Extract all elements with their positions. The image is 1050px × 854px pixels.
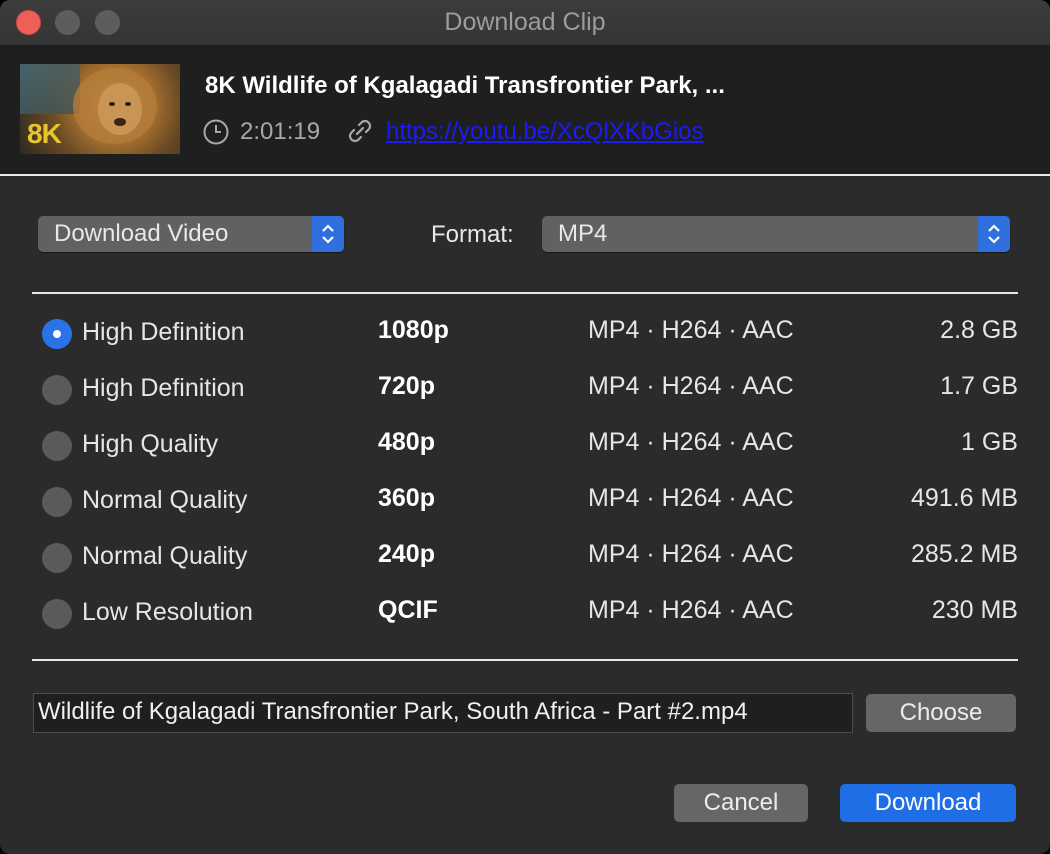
quality-label: High Definition <box>82 374 245 402</box>
quality-radio[interactable] <box>42 543 72 573</box>
file-size: 491.6 MB <box>910 484 1018 512</box>
file-size: 1.7 GB <box>940 372 1018 400</box>
video-duration: 2:01:19 <box>240 118 321 145</box>
options-bottom-divider <box>32 659 1018 661</box>
quality-label: Low Resolution <box>82 598 253 626</box>
codec-format: MP4 · H264 · AAC <box>588 596 794 624</box>
clip-header: 8K 8K Wildlife of Kgalagadi Transfrontie… <box>0 46 1050 174</box>
resolution: 360p <box>378 484 435 512</box>
choose-button[interactable]: Choose <box>866 694 1016 732</box>
file-size: 285.2 MB <box>910 540 1018 568</box>
cancel-button[interactable]: Cancel <box>674 784 808 822</box>
quality-radio[interactable] <box>42 599 72 629</box>
quality-radio[interactable] <box>42 319 72 349</box>
output-filename-field[interactable]: Wildlife of Kgalagadi Transfrontier Park… <box>33 693 853 733</box>
quality-option-row[interactable]: High Definition 720p MP4 · H264 · AAC 1.… <box>0 372 1050 430</box>
codec-format: MP4 · H264 · AAC <box>588 372 794 400</box>
quality-label: High Definition <box>82 318 245 346</box>
codec-format: MP4 · H264 · AAC <box>588 428 794 456</box>
quality-option-row[interactable]: High Definition 1080p MP4 · H264 · AAC 2… <box>0 316 1050 374</box>
format-label: Format: <box>431 221 514 248</box>
download-type-select[interactable]: Download Video <box>38 216 344 252</box>
format-select[interactable]: MP4 <box>542 216 1010 252</box>
video-thumbnail: 8K <box>20 64 180 154</box>
quality-radio[interactable] <box>42 375 72 405</box>
codec-format: MP4 · H264 · AAC <box>588 484 794 512</box>
download-type-value: Download Video <box>54 220 229 247</box>
resolution: QCIF <box>378 596 438 624</box>
resolution: 720p <box>378 372 435 400</box>
titlebar: Download Clip <box>0 0 1050 46</box>
file-size: 2.8 GB <box>940 316 1018 344</box>
resolution: 480p <box>378 428 435 456</box>
thumbnail-8k-badge: 8K <box>27 118 62 149</box>
quality-radio[interactable] <box>42 487 72 517</box>
link-icon <box>348 119 372 143</box>
chevron-updown-icon <box>312 216 344 252</box>
video-title: 8K Wildlife of Kgalagadi Transfrontier P… <box>205 72 725 99</box>
codec-format: MP4 · H264 · AAC <box>588 540 794 568</box>
resolution: 240p <box>378 540 435 568</box>
video-url-link[interactable]: https://youtu.be/XcQlXKbGios <box>386 118 704 146</box>
download-button[interactable]: Download <box>840 784 1016 822</box>
resolution: 1080p <box>378 316 449 344</box>
quality-option-row[interactable]: Low Resolution QCIF MP4 · H264 · AAC 230… <box>0 596 1050 654</box>
options-top-divider <box>32 292 1018 294</box>
quality-radio[interactable] <box>42 431 72 461</box>
quality-label: High Quality <box>82 430 219 458</box>
quality-option-row[interactable]: Normal Quality 360p MP4 · H264 · AAC 491… <box>0 484 1050 542</box>
download-clip-window: Download Clip 8K 8K Wildlife of Kgalagad… <box>0 0 1050 854</box>
codec-format: MP4 · H264 · AAC <box>588 316 794 344</box>
format-value: MP4 <box>558 220 608 247</box>
file-size: 230 MB <box>931 596 1018 624</box>
window-title: Download Clip <box>444 8 606 36</box>
header-divider <box>0 174 1050 176</box>
quality-label: Normal Quality <box>82 542 248 570</box>
quality-label: Normal Quality <box>82 486 248 514</box>
file-size: 1 GB <box>961 428 1018 456</box>
chevron-updown-icon <box>978 216 1010 252</box>
quality-option-row[interactable]: Normal Quality 240p MP4 · H264 · AAC 285… <box>0 540 1050 598</box>
quality-option-row[interactable]: High Quality 480p MP4 · H264 · AAC 1 GB <box>0 428 1050 486</box>
clock-icon <box>203 119 229 145</box>
